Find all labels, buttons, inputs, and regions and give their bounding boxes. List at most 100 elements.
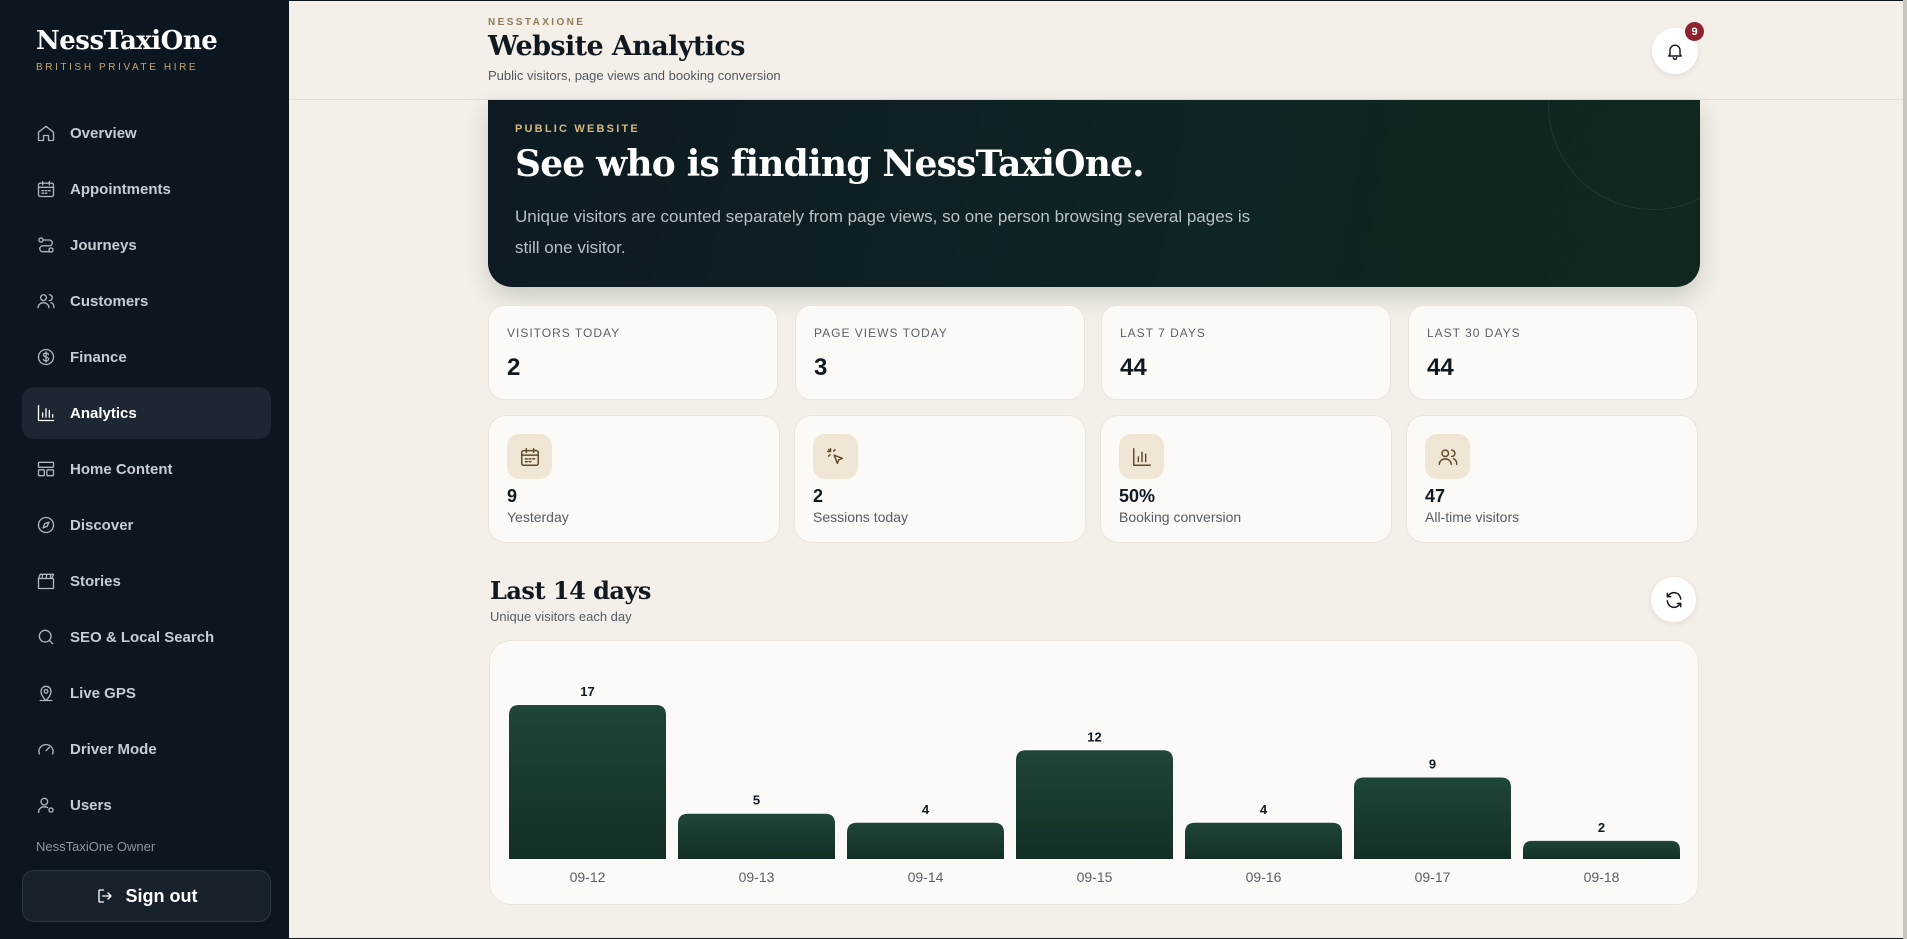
search-icon <box>36 627 56 647</box>
sidebar-item-users[interactable]: Users <box>22 779 271 831</box>
sidebar-item-customers[interactable]: Customers <box>22 275 271 327</box>
sidebar-item-home-content[interactable]: Home Content <box>22 443 271 495</box>
kpi-label: Yesterday <box>507 509 569 525</box>
header-eyebrow: NESSTAXIONE <box>488 17 586 28</box>
x-tick-label: 09-18 <box>1584 869 1620 885</box>
bar-value-label: 2 <box>1598 820 1605 835</box>
sidebar-nav: Overview Appointments Journeys Customers… <box>22 107 271 835</box>
kpi-card-all-time-visitors: 47 All-time visitors <box>1406 415 1698 543</box>
sidebar-item-label: Finance <box>70 348 127 366</box>
sidebar-item-finance[interactable]: Finance <box>22 331 271 383</box>
stat-card-last-30-days: LAST 30 DAYS 44 <box>1408 305 1698 400</box>
owner-label: NessTaxiOne Owner <box>36 839 156 854</box>
sidebar-item-journeys[interactable]: Journeys <box>22 219 271 271</box>
stat-card-page-views-today: PAGE VIEWS TODAY 3 <box>795 305 1085 400</box>
sidebar-item-label: Stories <box>70 572 121 590</box>
bar-value-label: 12 <box>1087 729 1101 744</box>
map-pin-icon <box>36 683 56 703</box>
brand-tagline: BRITISH PRIVATE HIRE <box>36 62 199 73</box>
visitors-bar-chart: 17 09-12 5 09-13 4 09-14 12 09-15 4 09-16 9 09-17 2 0… <box>509 684 1680 885</box>
bar-value-label: 9 <box>1429 756 1436 771</box>
sidebar-item-label: Customers <box>70 292 149 310</box>
calendar-icon <box>507 434 552 479</box>
sidebar-item-driver-mode[interactable]: Driver Mode <box>22 723 271 775</box>
bar-chart-icon <box>36 403 56 423</box>
sidebar-item-label: Live GPS <box>70 684 136 702</box>
sidebar-item-analytics[interactable]: Analytics <box>22 387 271 439</box>
x-tick-label: 09-12 <box>570 869 606 885</box>
stat-label: LAST 30 DAYS <box>1427 326 1521 340</box>
sidebar-item-label: Discover <box>70 516 134 534</box>
bar-value-label: 17 <box>580 684 594 699</box>
sidebar-item-label: Analytics <box>70 404 137 422</box>
hero-description: Unique visitors are counted separately f… <box>515 207 1251 257</box>
dollar-icon <box>36 347 56 367</box>
page-title: Website Analytics <box>488 31 745 62</box>
calendar-icon <box>36 179 56 199</box>
sidebar-item-stories[interactable]: Stories <box>22 555 271 607</box>
kpi-card-sessions-today: 2 Sessions today <box>794 415 1086 543</box>
chart-bar-09-12 <box>509 705 666 859</box>
users-icon <box>1425 434 1470 479</box>
route-icon <box>36 235 56 255</box>
sign-out-button[interactable]: Sign out <box>22 870 271 922</box>
stat-card-visitors-today: VISITORS TODAY 2 <box>488 305 778 400</box>
stat-value: 2 <box>507 354 521 381</box>
stat-value: 44 <box>1120 354 1147 381</box>
chart-bar-09-14 <box>847 822 1004 859</box>
stat-label: VISITORS TODAY <box>507 326 621 340</box>
hero-banner: PUBLIC WEBSITE See who is finding NessTa… <box>488 100 1700 287</box>
chart-bar-09-18 <box>1523 840 1680 859</box>
brand-name: NessTaxiOne <box>36 26 218 56</box>
stat-label: LAST 7 DAYS <box>1120 326 1206 340</box>
sidebar-item-label: SEO & Local Search <box>70 628 215 646</box>
page-subtitle: Public visitors, page views and booking … <box>488 68 781 83</box>
layout-icon <box>36 459 56 479</box>
kpi-label: All-time visitors <box>1425 509 1520 525</box>
compass-icon <box>36 515 56 535</box>
sidebar-item-label: Overview <box>70 124 137 142</box>
sidebar-item-label: Appointments <box>70 180 171 198</box>
refresh-icon <box>1666 591 1681 608</box>
x-tick-label: 09-13 <box>739 869 775 885</box>
sidebar-item-appointments[interactable]: Appointments <box>22 163 271 215</box>
x-tick-label: 09-16 <box>1246 869 1282 885</box>
gauge-icon <box>36 739 56 759</box>
main-content: NESSTAXIONE Website Analytics Public vis… <box>289 1 1903 938</box>
kpi-row: 9 Yesterday 2 Sessions today 50% Booking… <box>488 415 1700 543</box>
x-tick-label: 09-17 <box>1415 869 1451 885</box>
section-title: Last 14 days <box>490 576 651 605</box>
kpi-label: Sessions today <box>813 509 908 525</box>
sidebar-item-discover[interactable]: Discover <box>22 499 271 551</box>
hero-eyebrow: PUBLIC WEBSITE <box>515 123 640 135</box>
sidebar-item-overview[interactable]: Overview <box>22 107 271 159</box>
hero-title: See who is finding NessTaxiOne. <box>515 143 1145 185</box>
chart-bar-09-16 <box>1185 822 1342 859</box>
x-tick-label: 09-15 <box>1077 869 1113 885</box>
sidebar-item-live-gps[interactable]: Live GPS <box>22 667 271 719</box>
visitors-chart-card: 17 09-12 5 09-13 4 09-14 12 09-15 4 09-16 9 09-17 2 0… <box>489 640 1699 905</box>
sidebar-item-seo[interactable]: SEO & Local Search <box>22 611 271 663</box>
app-window: NessTaxiOne BRITISH PRIVATE HIRE Overvie… <box>0 0 1907 939</box>
kpi-value: 9 <box>507 486 518 506</box>
chart-bar-09-17 <box>1354 777 1511 859</box>
scrollbar[interactable] <box>1903 0 1907 939</box>
clapper-icon <box>36 571 56 591</box>
cursor-click-icon <box>813 434 858 479</box>
stats-row: VISITORS TODAY 2 PAGE VIEWS TODAY 3 LAST… <box>488 305 1700 400</box>
sidebar-item-label: Users <box>70 796 112 814</box>
stat-value: 3 <box>814 354 828 381</box>
sign-out-label: Sign out <box>125 885 198 906</box>
decorative-circle <box>1548 100 1700 210</box>
brand[interactable]: NessTaxiOne BRITISH PRIVATE HIRE <box>36 26 218 73</box>
bar-value-label: 4 <box>922 802 930 817</box>
top-bar: NESSTAXIONE Website Analytics Public vis… <box>289 1 1903 100</box>
kpi-card-yesterday: 9 Yesterday <box>488 415 780 543</box>
kpi-value: 50% <box>1119 486 1156 506</box>
bar-value-label: 4 <box>1260 802 1268 817</box>
refresh-button[interactable] <box>1650 576 1697 623</box>
bar-value-label: 5 <box>753 793 760 808</box>
sidebar-item-label: Driver Mode <box>70 740 157 758</box>
sidebar-item-label: Home Content <box>70 460 173 478</box>
section-subtitle: Unique visitors each day <box>490 609 632 624</box>
